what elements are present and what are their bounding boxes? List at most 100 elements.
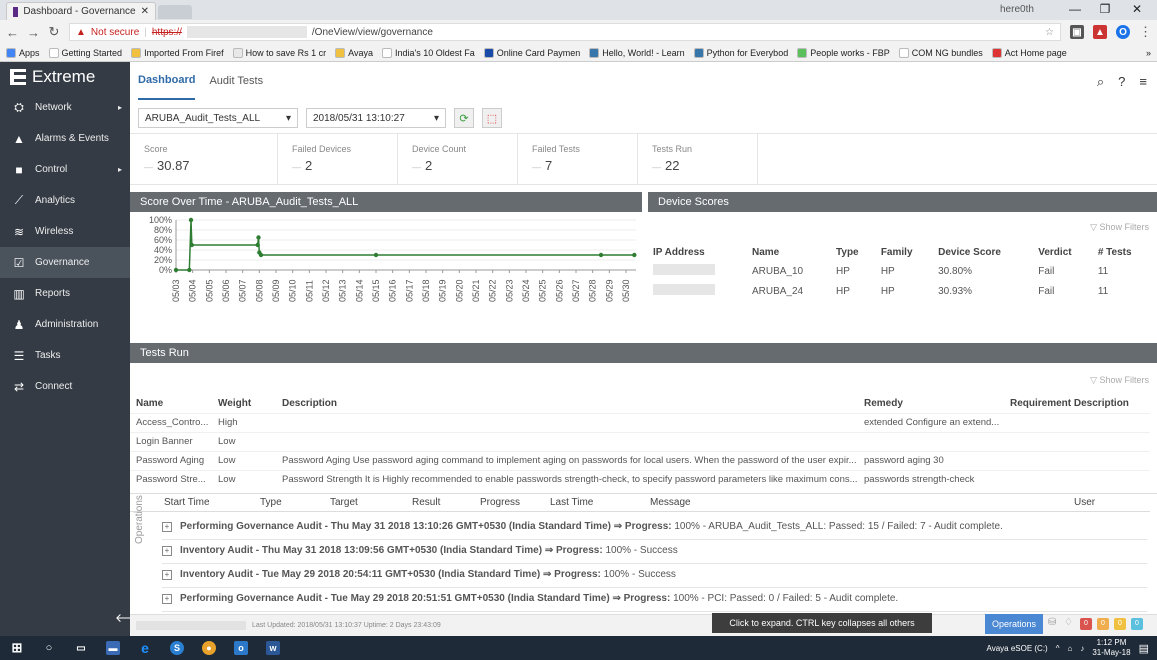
hamburger-menu-icon[interactable]: ≡ (1139, 74, 1147, 90)
sidebar-item-network[interactable]: ⛭ Network ▸ (0, 92, 130, 123)
score-data-point[interactable] (188, 217, 194, 223)
column-header[interactable]: Description (282, 398, 337, 409)
bookmark-item[interactable]: Getting Started (48, 47, 122, 58)
score-data-point[interactable] (598, 252, 604, 258)
close-tab-icon[interactable]: ✕ (141, 6, 149, 17)
table-row[interactable]: ARUBA_24 HP HP 30.93% Fail 11 (648, 281, 1153, 301)
bookmark-star-icon[interactable]: ☆ (1045, 27, 1054, 38)
pdf-extension-icon[interactable]: ▲ (1093, 25, 1107, 39)
file-explorer-icon[interactable]: ▬ (106, 641, 120, 655)
operation-row[interactable]: + Inventory Audit - Thu May 31 2018 13:09… (162, 538, 1147, 564)
drive-label[interactable]: Avaya eSOE (C:) (987, 644, 1048, 653)
chevron-up-icon[interactable]: ^ (1056, 644, 1060, 653)
column-header[interactable]: Requirement Description (1010, 398, 1129, 409)
score-data-point[interactable] (173, 267, 179, 273)
tab-audit-tests[interactable]: Audit Tests (209, 62, 263, 100)
score-data-point[interactable] (373, 252, 379, 258)
operation-row[interactable]: + Performing Governance Audit - Thu May 3… (162, 514, 1147, 540)
audit-select[interactable]: ARUBA_Audit_Tests_ALL ▾ (138, 108, 298, 128)
score-data-point[interactable] (632, 252, 637, 258)
cortana-icon[interactable]: ○ (42, 641, 56, 655)
alert-count-badge[interactable]: 0 (1080, 618, 1092, 630)
bookmark-item[interactable]: People works - FBP (797, 47, 890, 58)
column-header[interactable]: IP Address (648, 244, 747, 261)
table-row[interactable]: Login Banner Low (130, 432, 1150, 451)
column-header[interactable]: Remedy (864, 398, 903, 409)
task-view-icon[interactable]: ▭ (74, 641, 88, 655)
edge-icon[interactable]: e (138, 640, 152, 656)
minimize-icon[interactable]: — (1060, 2, 1090, 16)
sidebar-item-wireless[interactable]: ≋ Wireless (0, 216, 130, 247)
column-header[interactable]: Device Score (933, 244, 1033, 261)
bookmark-item[interactable]: Imported From Firef (131, 47, 224, 58)
column-header[interactable]: Start Time (164, 497, 210, 508)
sidebar-item-tasks[interactable]: ☰ Tasks (0, 340, 130, 371)
score-data-point[interactable] (255, 242, 260, 248)
column-header[interactable]: Result (412, 497, 440, 508)
close-window-icon[interactable]: ✕ (1122, 2, 1152, 16)
forward-icon[interactable]: → (27, 25, 40, 40)
profile-label[interactable]: here0th (1000, 4, 1034, 15)
column-header[interactable]: Message (650, 497, 691, 508)
bell-status-icon[interactable]: ♢ (1064, 617, 1073, 628)
score-data-point[interactable] (258, 252, 264, 258)
volume-icon[interactable]: ♪ (1080, 644, 1084, 653)
bookmark-item[interactable]: Python for Everybod (693, 47, 788, 58)
bookmark-item[interactable]: India's 10 Oldest Fa (381, 47, 475, 58)
sidebar-item-control[interactable]: ■ Control ▸ (0, 154, 130, 185)
maximize-icon[interactable]: ❐ (1090, 2, 1120, 16)
score-data-point[interactable] (256, 235, 261, 240)
bookmark-item[interactable]: Act Home page (991, 47, 1067, 58)
bookmark-item[interactable]: Hello, World! - Learn (589, 47, 685, 58)
operation-row[interactable]: + Performing Governance Audit - Tue May 2… (162, 586, 1147, 612)
url-field[interactable]: ▲ Not secure | https:// /OneView/view/go… (69, 23, 1061, 41)
bookmark-item[interactable]: Online Card Paymen (483, 47, 580, 58)
opera-extension-icon[interactable]: O (1116, 25, 1130, 39)
bookmark-item[interactable]: COM NG bundles (898, 47, 983, 58)
column-header[interactable]: Verdict (1033, 244, 1093, 261)
score-data-point[interactable] (187, 267, 192, 273)
alert-count-badge[interactable]: 0 (1114, 618, 1126, 630)
score-data-point[interactable] (189, 242, 195, 248)
bookmark-item[interactable]: How to save Rs 1 cr (232, 47, 326, 58)
column-header[interactable]: Progress (480, 497, 520, 508)
show-filters-tests[interactable]: ▽ Show Filters (1090, 375, 1149, 386)
table-row[interactable]: ARUBA_10 HP HP 30.80% Fail 11 (648, 261, 1153, 281)
show-filters-device[interactable]: ▽ Show Filters (1090, 222, 1149, 233)
operation-row[interactable]: + Inventory Audit - Tue May 29 2018 20:54… (162, 562, 1147, 588)
column-header[interactable]: Last Time (550, 497, 593, 508)
alert-count-badge[interactable]: 0 (1131, 618, 1143, 630)
column-header[interactable]: Name (747, 244, 831, 261)
refresh-icon[interactable]: ⟳ (454, 108, 474, 128)
storage-icon[interactable]: ⛁ (1048, 617, 1056, 628)
column-header[interactable]: Name (136, 398, 163, 409)
column-header[interactable]: Type (260, 497, 282, 508)
alert-count-badge[interactable]: 0 (1097, 618, 1109, 630)
reload-icon[interactable]: ↻ (48, 24, 60, 40)
column-header[interactable]: # Tests (1093, 244, 1153, 261)
sidebar-item-analytics[interactable]: ⟋ Analytics (0, 185, 130, 216)
bookmark-item[interactable]: Apps (6, 47, 40, 58)
expand-icon[interactable]: + (162, 593, 172, 604)
tab-dashboard[interactable]: Dashboard (138, 62, 196, 100)
sidebar-item-governance[interactable]: ☑ Governance (0, 247, 130, 278)
column-header[interactable]: User (1074, 497, 1095, 508)
column-header[interactable]: Type (831, 244, 876, 261)
notifications-icon[interactable]: ▤ (1139, 642, 1149, 655)
search-icon[interactable]: ⌕ (1097, 74, 1104, 90)
more-bookmarks-icon[interactable]: » (1146, 48, 1151, 58)
word-icon[interactable]: w (266, 641, 280, 655)
expand-icon[interactable]: + (162, 521, 172, 532)
expand-icon[interactable]: + (162, 545, 172, 556)
chrome-icon[interactable]: ● (202, 641, 216, 655)
table-row[interactable]: Access_Contro... High extended Configure a… (130, 413, 1150, 432)
table-row[interactable]: Password Stre... Low Password Strength It … (130, 470, 1150, 489)
operations-button[interactable]: Operations (985, 614, 1043, 634)
column-header[interactable]: Weight (218, 398, 251, 409)
date-select[interactable]: 2018/05/31 13:10:27 ▾ (306, 108, 446, 128)
expand-icon[interactable]: + (162, 569, 172, 580)
sidebar-item-administration[interactable]: ♟ Administration (0, 309, 130, 340)
back-icon[interactable]: ← (6, 25, 19, 40)
column-header[interactable]: Family (876, 244, 933, 261)
sidebar-item-alarms-events[interactable]: ▲ Alarms & Events (0, 123, 130, 154)
